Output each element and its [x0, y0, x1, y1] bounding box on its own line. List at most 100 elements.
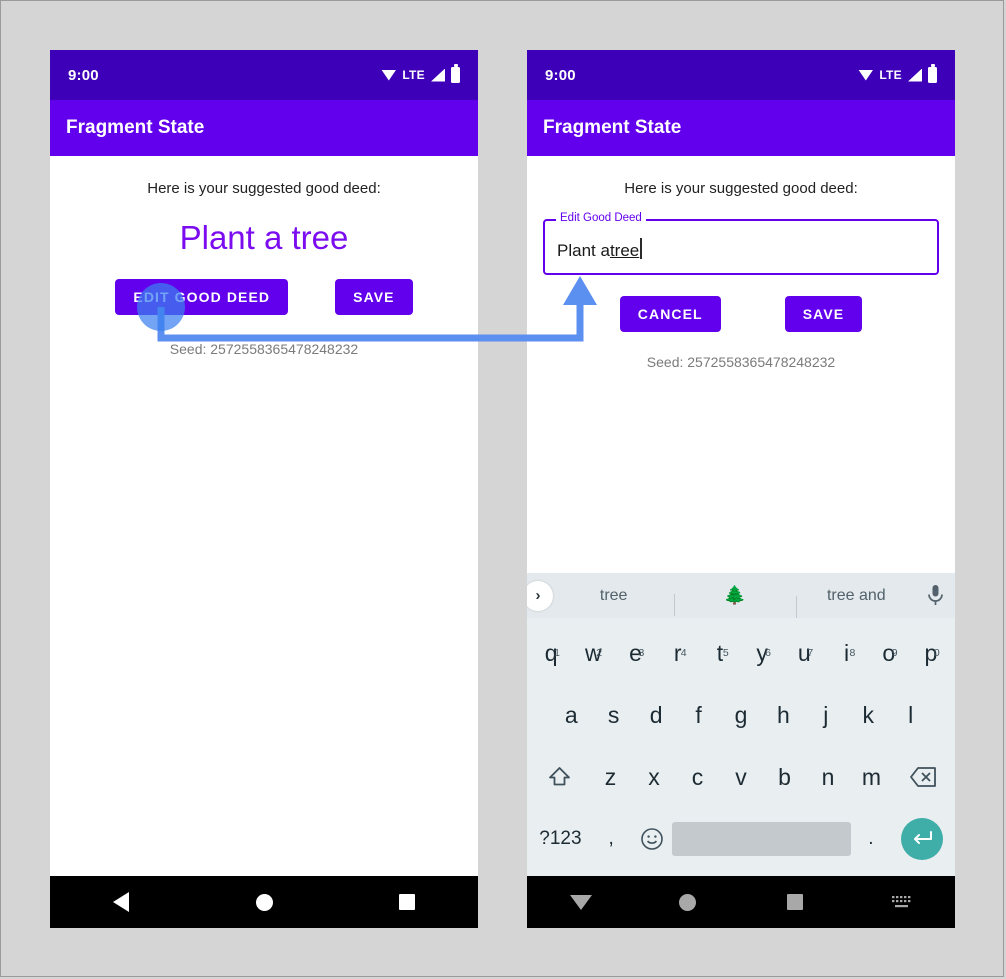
- signal-icon: [908, 68, 922, 82]
- keyboard-suggestion-strip: › tree 🌲 tree and: [527, 573, 955, 618]
- period-key[interactable]: .: [851, 828, 892, 850]
- suggestion-tree-and[interactable]: tree and: [795, 587, 917, 618]
- status-icons: LTE: [381, 64, 460, 83]
- suggestion-tree-emoji[interactable]: 🌲: [674, 585, 795, 616]
- key-u[interactable]: u7: [783, 640, 825, 667]
- key-y-number: 6: [765, 646, 771, 659]
- backspace-icon[interactable]: [893, 766, 952, 788]
- keyboard-row-4: ?123 , .: [530, 808, 952, 870]
- emoji-icon[interactable]: [631, 827, 672, 851]
- key-e-number: 3: [638, 646, 645, 659]
- nav-switch-keyboard-button[interactable]: [848, 894, 955, 910]
- key-x[interactable]: x: [632, 764, 676, 791]
- key-q-number: 1: [554, 646, 560, 659]
- key-p-number: 0: [933, 646, 940, 659]
- key-f[interactable]: f: [677, 702, 719, 729]
- key-n[interactable]: n: [806, 764, 850, 791]
- nav-home-button[interactable]: [634, 893, 741, 911]
- edit-good-deed-label: Edit Good Deed: [556, 212, 646, 224]
- key-w-number: 2: [596, 646, 603, 659]
- key-z[interactable]: z: [589, 764, 633, 791]
- key-j[interactable]: j: [805, 702, 847, 729]
- save-button-right[interactable]: SAVE: [784, 296, 863, 332]
- space-key[interactable]: [672, 822, 851, 856]
- key-l[interactable]: l: [890, 702, 932, 729]
- cancel-button[interactable]: CANCEL: [619, 296, 721, 332]
- nav-hide-keyboard-button[interactable]: [527, 894, 634, 910]
- key-r-number: 4: [680, 646, 687, 659]
- status-bar-right: 9:00 LTE: [527, 50, 955, 100]
- symbols-key[interactable]: ?123: [530, 828, 591, 850]
- button-row-right: CANCEL SAVE: [527, 296, 955, 332]
- app-bar-title: Fragment State: [543, 117, 682, 138]
- text-caret: [640, 238, 643, 259]
- status-icons: LTE: [858, 64, 937, 83]
- app-bar-left: Fragment State: [50, 100, 478, 156]
- key-y[interactable]: y6: [741, 640, 783, 667]
- enter-key[interactable]: [891, 818, 952, 860]
- seed-text-left: Seed: 2572558365478248232: [169, 341, 359, 357]
- status-bar-left: 9:00 LTE: [50, 50, 478, 100]
- key-r[interactable]: r4: [657, 640, 699, 667]
- chevron-right-icon[interactable]: ›: [527, 580, 553, 611]
- on-screen-keyboard[interactable]: › tree 🌲 tree and q1w2e3r4t5y6u7i8o9p0 a…: [527, 573, 955, 876]
- key-t[interactable]: t5: [699, 640, 741, 667]
- nav-bar-left: [50, 876, 478, 928]
- space-bar: [672, 822, 851, 856]
- content-left: Here is your suggested good deed: Plant …: [50, 156, 478, 357]
- prompt-text: Here is your suggested good deed:: [147, 180, 381, 197]
- keyboard-row-3: zxcvbnm: [530, 746, 952, 808]
- edit-good-deed-value: Plant a tree: [557, 235, 643, 261]
- key-m[interactable]: m: [850, 764, 894, 791]
- home-icon: [255, 893, 273, 911]
- edit-good-deed-input[interactable]: Edit Good Deed Plant a tree: [543, 212, 939, 275]
- key-i-number: 8: [849, 646, 856, 659]
- input-text-plain: Plant a: [557, 241, 610, 260]
- key-o[interactable]: o9: [868, 640, 910, 667]
- suggestion-tree[interactable]: tree: [553, 587, 674, 605]
- shift-icon[interactable]: [530, 765, 589, 789]
- key-v[interactable]: v: [719, 764, 763, 791]
- nav-home-button[interactable]: [193, 893, 336, 911]
- key-g[interactable]: g: [720, 702, 762, 729]
- edit-good-deed-button[interactable]: EDIT GOOD DEED: [115, 279, 289, 315]
- lte-label: LTE: [879, 68, 902, 82]
- content-right: Here is your suggested good deed: Edit G…: [527, 156, 955, 370]
- enter-icon: [900, 818, 943, 860]
- wifi-icon: [858, 69, 874, 81]
- key-b[interactable]: b: [763, 764, 807, 791]
- key-d[interactable]: d: [635, 702, 677, 729]
- recents-icon: [786, 894, 803, 910]
- key-e[interactable]: e3: [614, 640, 656, 667]
- key-c[interactable]: c: [676, 764, 720, 791]
- prompt-text: Here is your suggested good deed:: [624, 180, 858, 197]
- key-i[interactable]: i8: [825, 640, 867, 667]
- wifi-icon: [381, 69, 397, 81]
- battery-icon: [451, 64, 460, 83]
- key-w[interactable]: w2: [572, 640, 614, 667]
- recents-icon: [398, 894, 415, 910]
- home-icon: [679, 893, 696, 911]
- key-a[interactable]: a: [550, 702, 592, 729]
- microphone-icon[interactable]: [917, 584, 955, 608]
- key-o-number: 9: [891, 646, 898, 659]
- back-icon: [113, 892, 130, 912]
- button-row-left: EDIT GOOD DEED SAVE: [50, 279, 478, 315]
- keyboard-row-2: asdfghjkl: [530, 684, 952, 746]
- nav-back-button[interactable]: [50, 892, 193, 912]
- save-button-left[interactable]: SAVE: [335, 279, 413, 315]
- comma-key[interactable]: ,: [591, 828, 632, 850]
- nav-recents-button[interactable]: [741, 894, 848, 910]
- key-s[interactable]: s: [592, 702, 634, 729]
- key-p[interactable]: p0: [910, 640, 952, 667]
- key-q[interactable]: q1: [530, 640, 572, 667]
- phone-screen-left: 9:00 LTE Fragment State Here is your sug…: [50, 50, 478, 928]
- status-time: 9:00: [545, 66, 576, 84]
- key-k[interactable]: k: [847, 702, 889, 729]
- lte-label: LTE: [402, 68, 425, 82]
- nav-recents-button[interactable]: [335, 894, 478, 910]
- switch-keyboard-icon: [891, 896, 910, 908]
- keyboard-key-rows: q1w2e3r4t5y6u7i8o9p0 asdfghjkl zxcvbnm ?…: [527, 618, 955, 876]
- app-bar-right: Fragment State: [527, 100, 955, 156]
- key-h[interactable]: h: [762, 702, 804, 729]
